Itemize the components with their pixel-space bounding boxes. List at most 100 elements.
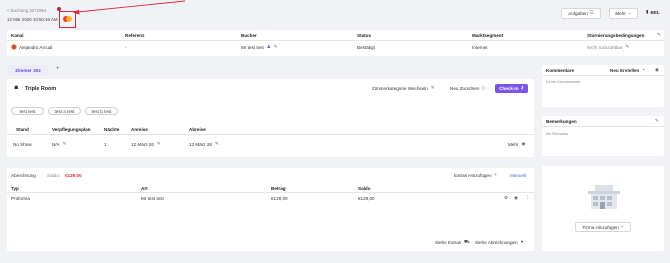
- pencil-icon[interactable]: ✎: [215, 141, 219, 147]
- extras-add-link[interactable]: Extras Hinzufügen +: [454, 172, 498, 178]
- cart-icon: ⛟: [464, 239, 470, 244]
- tasks-button[interactable]: Aufgaben ☰: [561, 8, 601, 19]
- assign-new-link[interactable]: Neu Zuordnen ▯: [450, 85, 485, 91]
- key-icon: ⚷: [520, 85, 524, 91]
- add-company-label: Firma Hinzufügen: [582, 224, 619, 230]
- col-header-saldo: Saldo: [358, 186, 371, 191]
- comments-empty: Keine Kommentare: [546, 79, 581, 84]
- comments-card: Kommentare Neu Erstellen + ◉ Keine Komme…: [542, 65, 664, 107]
- billing-title: Abrechnung: [11, 173, 36, 178]
- plan-value: N/A ✎: [52, 141, 67, 147]
- change-category-label: Zimmerkategorie Wechseln: [372, 86, 428, 91]
- status-value: Bestätigt: [357, 45, 375, 50]
- comments-new-label: Neu Erstellen: [610, 68, 640, 73]
- col-header-kind: Art: [141, 186, 148, 191]
- pencil-icon[interactable]: ✎: [157, 141, 161, 147]
- tab-room-302[interactable]: Zimmer 302: [8, 65, 48, 76]
- list-icon: ☰: [589, 10, 594, 16]
- pencil-icon[interactable]: ✎: [274, 45, 278, 50]
- invoice-saldo: €129,00: [358, 196, 375, 201]
- remarks-card: Bemerkungen ✎ No Remarks: [542, 116, 664, 156]
- back-link[interactable]: < Buchung 3272964: [7, 8, 46, 13]
- pencil-icon[interactable]: ✎: [63, 141, 67, 147]
- add-room-tab[interactable]: +: [56, 66, 60, 72]
- saldo-label: Saldo:: [47, 173, 61, 178]
- door-icon: ▯: [482, 85, 485, 90]
- arrival-value: 12 März 26 ✎: [131, 141, 161, 147]
- status-dot-icon: [57, 7, 61, 11]
- change-category-link[interactable]: Zimmerkategorie Wechseln ✎: [372, 85, 435, 91]
- invoice-amount: €129,00: [271, 196, 288, 201]
- guest-chip-2[interactable]: test a test: [48, 107, 81, 115]
- booker-name[interactable]: Mr test test: [241, 45, 264, 50]
- plus-icon: +: [642, 67, 646, 72]
- manual-link[interactable]: Manuell: [510, 173, 526, 178]
- room-name: Triple Room: [25, 86, 57, 92]
- summary-card: Kanal Referenz Bucher Status Marktsegmen…: [7, 30, 664, 56]
- more-button[interactable]: Mehr ⌄: [609, 8, 638, 19]
- plan-text: N/A: [52, 142, 60, 147]
- plus-icon: +: [494, 172, 498, 177]
- see-invoices-label: Siehe Abrechnungen: [475, 240, 518, 245]
- invoice-kind: Mr test test: [141, 196, 164, 201]
- col-header-stand: Stand: [16, 127, 29, 132]
- see-extras-link[interactable]: Siehe Extras ⛟: [435, 239, 470, 245]
- checkin-label: Check-In: [499, 86, 519, 91]
- assign-new-label: Neu Zuordnen: [450, 86, 480, 91]
- add-company-button[interactable]: Firma Hinzufügen +: [575, 222, 631, 232]
- cancellation-value: Nicht rückzahlbar ✎: [587, 44, 630, 50]
- booking-date: 12 Mär 2026 10:50:46 AM: [7, 17, 58, 22]
- pencil-icon[interactable]: ✎: [626, 44, 630, 50]
- col-header-nights: Nächte: [104, 127, 120, 132]
- segment-value: Internet: [472, 45, 488, 50]
- col-header-channel: Kanal: [11, 33, 24, 38]
- saldo-value: €129,00: [65, 173, 82, 178]
- col-header-arrival: Anreise: [131, 127, 148, 132]
- see-invoices-link[interactable]: Siehe Abrechnungen ●: [475, 239, 523, 245]
- building-icon: [588, 185, 620, 209]
- pencil-icon[interactable]: ✎: [657, 32, 661, 38]
- room-card: ☗ Triple Room Zimmerkategorie Wechseln ✎…: [7, 79, 534, 157]
- billing-card: Abrechnung Saldo: €129,00 Extras Hinzufü…: [7, 168, 534, 251]
- departure-text: 13 März 26: [189, 142, 212, 147]
- document-icon: ▮: [646, 9, 649, 15]
- settings-icon[interactable]: ⚙: [504, 195, 508, 201]
- company-card: Firma Hinzufügen +: [542, 166, 664, 251]
- col-header-amount: Betrag: [271, 186, 286, 191]
- language-label: BEL: [650, 10, 660, 15]
- user-icon[interactable]: ♟: [267, 45, 271, 50]
- tasks-label: Aufgaben: [568, 11, 588, 16]
- guest-chip-3[interactable]: test b test: [85, 107, 118, 115]
- eye-icon[interactable]: ◉: [514, 195, 518, 201]
- arrival-text: 12 März 26: [131, 142, 154, 147]
- stand-value: No Show: [13, 142, 32, 147]
- row-more-label: Mehr: [508, 142, 519, 147]
- row-more-link[interactable]: Mehr ◉: [508, 141, 526, 147]
- cancellation-text: Nicht rückzahlbar: [587, 45, 623, 50]
- checkin-button[interactable]: Check-In ⚷: [495, 84, 528, 93]
- pencil-icon[interactable]: ✎: [655, 118, 659, 124]
- channel-logo-icon[interactable]: [63, 16, 72, 22]
- col-header-cancellation: Stornierungsbedingungen: [587, 33, 645, 38]
- chevron-down-icon: ⌄: [627, 10, 632, 16]
- comments-new-link[interactable]: Neu Erstellen +: [610, 67, 646, 73]
- remarks-title: Bemerkungen: [546, 119, 577, 124]
- col-header-segment: Marktsegment: [472, 33, 504, 38]
- extras-add-label: Extras Hinzufügen: [454, 173, 492, 178]
- invoice-type: Proforma: [11, 196, 30, 201]
- avatar: [11, 44, 17, 50]
- remarks-empty: No Remarks: [546, 131, 569, 136]
- reference-value: -: [125, 45, 127, 50]
- col-header-type: Typ: [11, 186, 19, 191]
- plus-icon: +: [620, 223, 624, 229]
- language-selector[interactable]: ▮ BEL: [646, 10, 660, 15]
- pencil-icon: ✎: [430, 85, 435, 90]
- kebab-menu-icon[interactable]: ⋮: [525, 195, 530, 201]
- guest-chip-1[interactable]: test test: [11, 107, 44, 115]
- eye-icon[interactable]: ◉: [655, 67, 659, 73]
- eye-icon: ◉: [521, 141, 526, 146]
- annotation-arrow: [73, 0, 186, 15]
- channel-value: Alejandro Arcudi: [19, 45, 53, 50]
- see-extras-label: Siehe Extras: [435, 240, 462, 245]
- col-header-booker: Bucher: [241, 33, 257, 38]
